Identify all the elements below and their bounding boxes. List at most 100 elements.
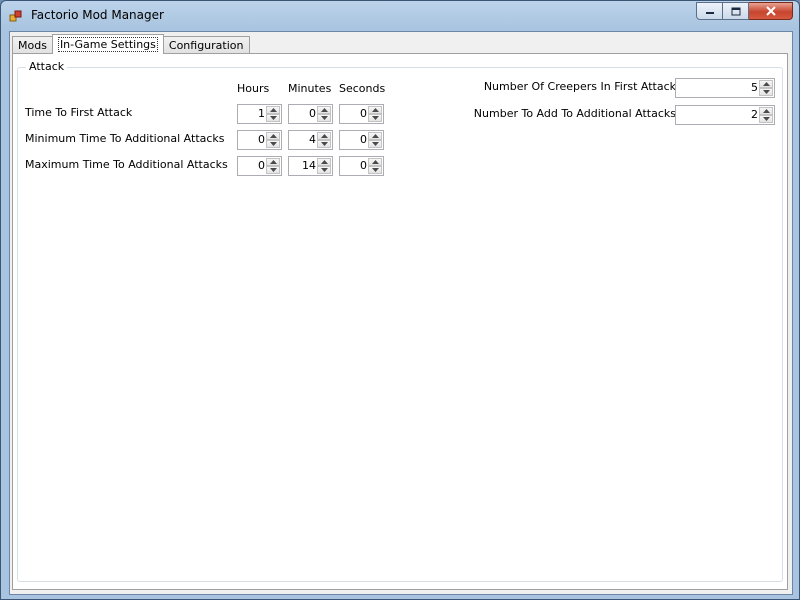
time-to-first-attack-label: Time To First Attack — [25, 106, 133, 119]
arrow-up-icon — [270, 160, 277, 164]
arrow-up-icon — [372, 134, 379, 138]
stepper-value: 4 — [309, 133, 316, 146]
decrement-button[interactable] — [368, 114, 382, 122]
arrow-up-icon — [270, 134, 277, 138]
increment-button[interactable] — [759, 80, 773, 88]
tab-strip: Mods In-Game Settings Configuration — [12, 34, 250, 54]
tab-configuration[interactable]: Configuration — [162, 36, 250, 54]
arrow-down-icon — [372, 142, 379, 146]
attack-groupbox: Attack Hours Minutes Seconds Time To Fir… — [17, 60, 783, 582]
min-additional-minutes-stepper[interactable]: 4 — [288, 130, 333, 150]
decrement-button[interactable] — [317, 166, 331, 174]
stepper-value: 0 — [258, 159, 265, 172]
group-title: Attack — [26, 60, 68, 73]
creepers-first-attack-label: Number Of Creepers In First Attack — [483, 80, 676, 93]
arrow-down-icon — [270, 116, 277, 120]
caption-buttons — [696, 2, 793, 21]
app-window: Factorio Mod Manager Mods In-Game Settin… — [0, 0, 800, 600]
creepers-additional-label: Number To Add To Additional Attacks — [473, 107, 676, 120]
stepper-arrows — [368, 132, 382, 148]
decrement-button[interactable] — [759, 115, 773, 123]
increment-button[interactable] — [368, 158, 382, 166]
stepper-value: 0 — [360, 107, 367, 120]
max-additional-attacks-label: Maximum Time To Additional Attacks — [25, 158, 228, 171]
arrow-down-icon — [321, 116, 328, 120]
title-bar[interactable]: Factorio Mod Manager — [1, 1, 799, 31]
increment-button[interactable] — [368, 132, 382, 140]
client-area: Mods In-Game Settings Configuration Atta… — [9, 31, 793, 595]
increment-button[interactable] — [317, 132, 331, 140]
first-attack-minutes-stepper[interactable]: 0 — [288, 104, 333, 124]
tab-label: In-Game Settings — [57, 37, 158, 52]
arrow-up-icon — [321, 134, 328, 138]
arrow-up-icon — [372, 160, 379, 164]
increment-button[interactable] — [317, 158, 331, 166]
decrement-button[interactable] — [368, 166, 382, 174]
in-game-settings-page: Attack Hours Minutes Seconds Time To Fir… — [12, 53, 788, 590]
arrow-up-icon — [321, 160, 328, 164]
arrow-down-icon — [321, 168, 328, 172]
decrement-button[interactable] — [317, 114, 331, 122]
stepper-arrows — [266, 106, 280, 122]
stepper-arrows — [266, 158, 280, 174]
first-attack-seconds-stepper[interactable]: 0 — [339, 104, 384, 124]
min-additional-hours-stepper[interactable]: 0 — [237, 130, 282, 150]
minimize-button[interactable] — [696, 2, 723, 20]
stepper-value: 1 — [258, 107, 265, 120]
maximize-button[interactable] — [723, 2, 749, 20]
decrement-button[interactable] — [266, 166, 280, 174]
increment-button[interactable] — [368, 106, 382, 114]
close-icon — [765, 6, 776, 16]
tab-mods[interactable]: Mods — [12, 36, 53, 54]
increment-button[interactable] — [317, 106, 331, 114]
stepper-value: 0 — [258, 133, 265, 146]
stepper-arrows — [759, 107, 773, 123]
increment-button[interactable] — [266, 106, 280, 114]
arrow-down-icon — [372, 116, 379, 120]
minutes-column-label: Minutes — [288, 82, 332, 95]
arrow-down-icon — [763, 117, 770, 121]
stepper-arrows — [317, 106, 331, 122]
max-additional-seconds-stepper[interactable]: 0 — [339, 156, 384, 176]
stepper-value: 14 — [302, 159, 316, 172]
stepper-arrows — [759, 80, 773, 96]
tab-label: Configuration — [168, 39, 244, 52]
creepers-additional-stepper[interactable]: 2 — [675, 105, 775, 125]
stepper-arrows — [317, 158, 331, 174]
increment-button[interactable] — [759, 107, 773, 115]
stepper-value: 0 — [309, 107, 316, 120]
arrow-down-icon — [270, 142, 277, 146]
stepper-value: 2 — [751, 108, 758, 121]
maximize-icon — [731, 7, 740, 15]
app-icon — [9, 9, 23, 23]
arrow-up-icon — [372, 108, 379, 112]
seconds-column-label: Seconds — [339, 82, 386, 95]
stepper-arrows — [368, 106, 382, 122]
increment-button[interactable] — [266, 132, 280, 140]
decrement-button[interactable] — [266, 114, 280, 122]
arrow-down-icon — [321, 142, 328, 146]
close-button[interactable] — [749, 2, 793, 20]
arrow-up-icon — [763, 109, 770, 113]
decrement-button[interactable] — [317, 140, 331, 148]
stepper-value: 0 — [360, 159, 367, 172]
tab-in-game-settings[interactable]: In-Game Settings — [51, 34, 164, 54]
max-additional-minutes-stepper[interactable]: 14 — [288, 156, 333, 176]
hours-column-label: Hours — [237, 82, 270, 95]
arrow-down-icon — [270, 168, 277, 172]
arrow-up-icon — [270, 108, 277, 112]
decrement-button[interactable] — [266, 140, 280, 148]
min-additional-seconds-stepper[interactable]: 0 — [339, 130, 384, 150]
min-additional-attacks-label: Minimum Time To Additional Attacks — [25, 132, 225, 145]
max-additional-hours-stepper[interactable]: 0 — [237, 156, 282, 176]
tab-label: Mods — [18, 39, 47, 52]
stepper-arrows — [266, 132, 280, 148]
stepper-arrows — [368, 158, 382, 174]
first-attack-hours-stepper[interactable]: 1 — [237, 104, 282, 124]
increment-button[interactable] — [266, 158, 280, 166]
decrement-button[interactable] — [759, 88, 773, 96]
arrow-down-icon — [763, 90, 770, 94]
decrement-button[interactable] — [368, 140, 382, 148]
creepers-first-attack-stepper[interactable]: 5 — [675, 78, 775, 98]
stepper-value: 0 — [360, 133, 367, 146]
